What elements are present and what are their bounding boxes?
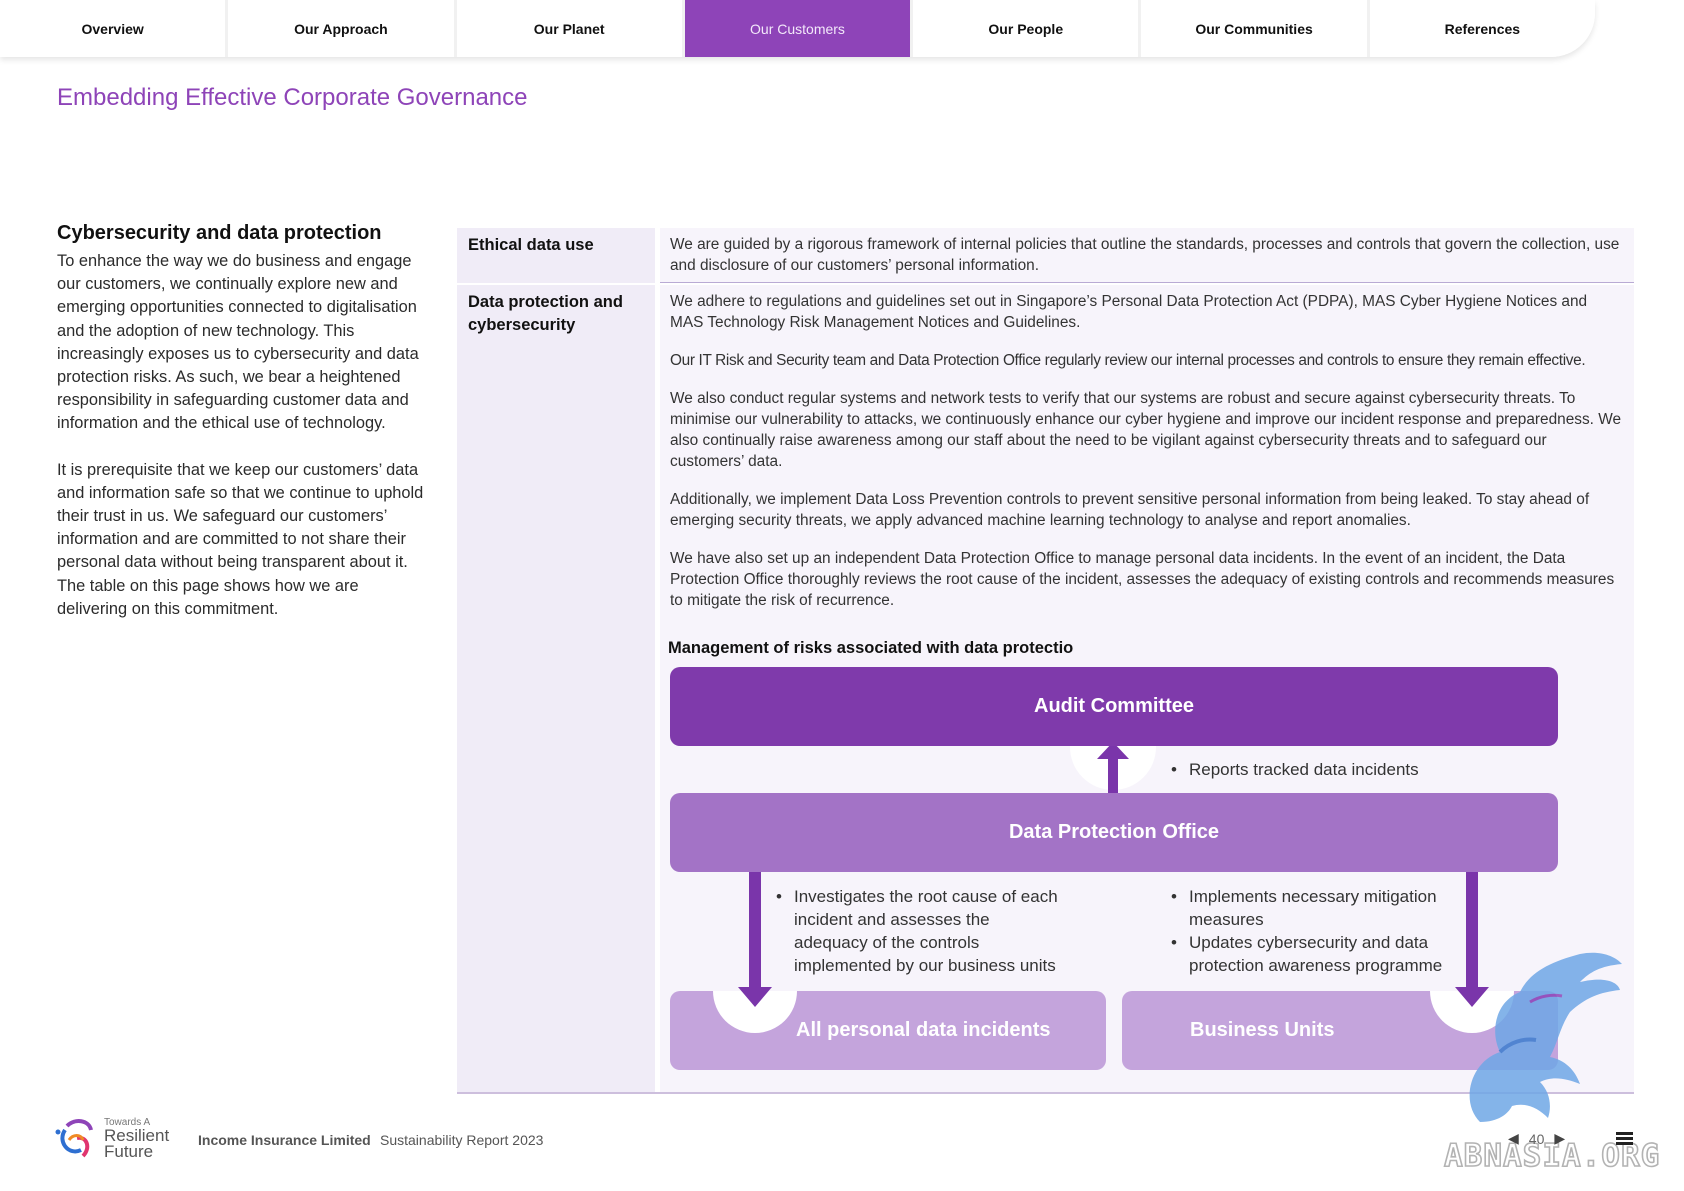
top-navigation: Overview Our Approach Our Planet Our Cus…	[0, 0, 1595, 57]
tab-our-customers[interactable]: Our Customers	[684, 0, 914, 57]
prev-arrow-icon[interactable]: ◀	[1508, 1130, 1519, 1147]
page-number: 40	[1528, 1130, 1545, 1147]
logo-line-2: Future	[104, 1142, 154, 1161]
table-row-body: We are guided by a rigorous framework of…	[660, 228, 1634, 283]
company-name: Income Insurance Limited	[198, 1132, 371, 1148]
table-row-header: Data protection and cybersecurity	[457, 285, 655, 1092]
row-paragraph: We also conduct regular systems and netw…	[670, 390, 1622, 470]
tab-references[interactable]: References	[1369, 0, 1595, 57]
logo-text: Towards A Resilient Future	[104, 1118, 169, 1161]
section-title: Cybersecurity and data protection	[57, 222, 382, 244]
down-arrow-shaft-left	[749, 872, 761, 987]
row-paragraph: We adhere to regulations and guidelines …	[670, 293, 1588, 331]
row-paragraph: Our IT Risk and Security team and Data P…	[670, 352, 1586, 369]
page-navigation: ◀ 40 ▶	[1508, 1130, 1565, 1147]
row-paragraph: Additionally, we implement Data Loss Pre…	[670, 491, 1590, 529]
row-paragraph: We have also set up an independent Data …	[670, 550, 1615, 609]
tab-overview[interactable]: Overview	[0, 0, 229, 57]
diagram-title: Management of risks associated with data…	[668, 639, 1074, 657]
report-name: Sustainability Report 2023	[380, 1132, 544, 1148]
commitment-paragraph: It is prerequisite that we keep our cust…	[57, 460, 424, 618]
tab-our-people[interactable]: Our People	[913, 0, 1142, 57]
next-arrow-icon[interactable]: ▶	[1554, 1130, 1565, 1147]
table-row-header: Ethical data use	[457, 228, 655, 283]
resilient-future-logo-icon	[55, 1119, 93, 1158]
governance-diagram: Audit Committee Reports tracked data inc…	[668, 665, 1558, 1070]
row-paragraph: We are guided by a rigorous framework of…	[670, 236, 1620, 274]
tab-our-planet[interactable]: Our Planet	[456, 0, 685, 57]
intro-paragraph: To enhance the way we do business and en…	[57, 252, 419, 433]
griffin-watermark-icon	[1469, 952, 1622, 1122]
tab-our-approach[interactable]: Our Approach	[228, 0, 457, 57]
tab-our-communities[interactable]: Our Communities	[1141, 0, 1370, 57]
diagram-down-arrows	[713, 872, 1514, 1033]
intro-section: Cybersecurity and data protection To enh…	[57, 222, 432, 644]
page-title: Embedding Effective Corporate Governance	[57, 84, 528, 111]
menu-icon[interactable]	[1616, 1132, 1633, 1146]
